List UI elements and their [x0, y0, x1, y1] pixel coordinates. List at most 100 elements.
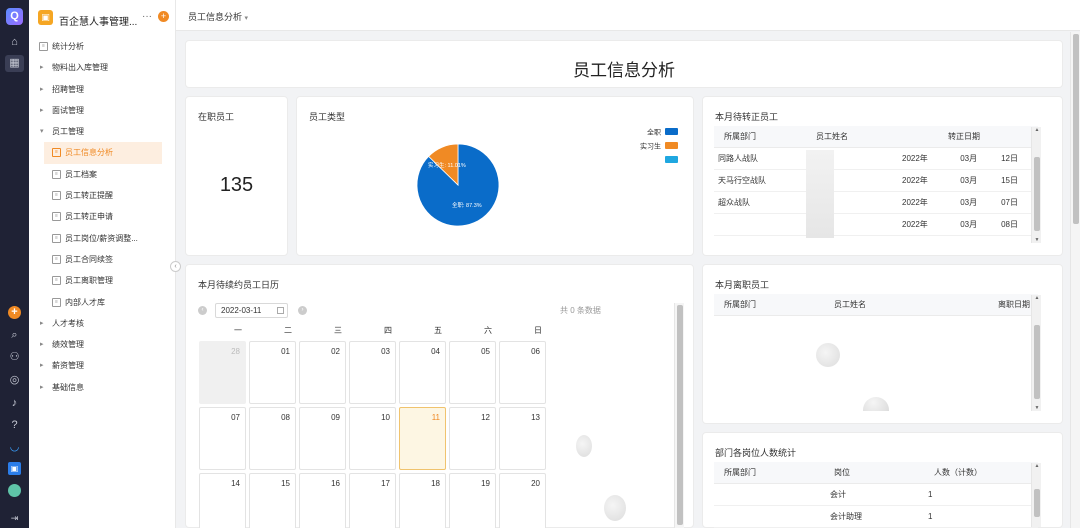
column-header: 所属部门: [714, 126, 806, 148]
calendar-day[interactable]: 10: [349, 407, 396, 470]
sidebar-item-performance[interactable]: ▸ 绩效管理: [29, 334, 176, 355]
add-icon[interactable]: +: [158, 11, 169, 22]
chevron-right-icon: ▸: [40, 106, 44, 114]
calendar-day[interactable]: 08: [249, 407, 296, 470]
app-icon[interactable]: ▣: [8, 462, 21, 475]
calendar-day[interactable]: 17: [349, 473, 396, 528]
scroll-thumb[interactable]: [1034, 489, 1040, 517]
resigned-employees-card: 本月离职员工 所属部门 员工姓名 离职日期 ▲ ▼: [702, 264, 1063, 424]
scroll-thumb[interactable]: [1034, 157, 1040, 231]
sidebar-item-position-salary[interactable]: ≡ 员工岗位/薪资调整...: [29, 228, 176, 249]
grid-icon[interactable]: ▦: [5, 55, 24, 72]
date-picker[interactable]: 2022-03-11: [215, 303, 288, 318]
app-logo[interactable]: Q: [6, 8, 23, 25]
calendar-day[interactable]: 16: [299, 473, 346, 528]
users-icon[interactable]: ⚇: [7, 350, 22, 365]
resigned-scrollbar[interactable]: ▲ ▼: [1031, 295, 1041, 411]
resigned-table: 所属部门 员工姓名 离职日期: [714, 294, 1038, 316]
legend-swatch[interactable]: [665, 128, 678, 135]
sidebar-item-basic-info[interactable]: ▸ 基础信息: [29, 377, 176, 398]
scroll-down-icon[interactable]: ▼: [1032, 405, 1042, 411]
page-breadcrumb[interactable]: 员工信息分析 ▾: [188, 10, 248, 23]
sidebar-item-materials[interactable]: ▸ 物料出入库管理: [29, 57, 176, 78]
sidebar-item-salary[interactable]: ▸ 薪资管理: [29, 355, 176, 376]
sidebar-item-contract-renewal[interactable]: ≡ 员工合同续签: [29, 249, 176, 270]
chevron-down-icon: ▾: [40, 128, 44, 136]
sidebar-item-employee-records[interactable]: ≡ 员工档案: [29, 164, 176, 185]
legend-swatch[interactable]: [665, 142, 678, 149]
more-icon[interactable]: ···: [142, 11, 152, 22]
calendar-day[interactable]: 14: [199, 473, 246, 528]
plus-icon[interactable]: +: [8, 306, 21, 319]
scroll-thumb[interactable]: [1073, 34, 1079, 224]
sidebar-item-employee-analysis[interactable]: ≡ 员工信息分析: [44, 142, 162, 164]
column-header: 岗位: [818, 462, 924, 484]
list-scrollbar[interactable]: [674, 303, 684, 528]
scroll-up-icon[interactable]: ▲: [1032, 463, 1042, 469]
sidebar-item-assessment[interactable]: ▸ 人才考核: [29, 313, 176, 334]
calendar-day[interactable]: 13: [499, 407, 546, 470]
table-row[interactable]: 会计 1: [714, 483, 1038, 506]
scroll-up-icon[interactable]: ▲: [1032, 127, 1042, 133]
calendar-day[interactable]: 28: [199, 341, 246, 404]
table-row[interactable]: 会计助理 1: [714, 505, 1038, 528]
sidebar-item-recruitment[interactable]: ▸ 招聘管理: [29, 79, 176, 100]
title-card: 员工信息分析: [185, 40, 1063, 88]
calendar-day[interactable]: 12: [449, 407, 496, 470]
page-scrollbar[interactable]: [1070, 32, 1080, 528]
calendar-day[interactable]: 05: [449, 341, 496, 404]
legend-label[interactable]: 实习生: [640, 142, 661, 151]
calendar-day[interactable]: 01: [249, 341, 296, 404]
calendar-day[interactable]: 15: [249, 473, 296, 528]
legend-swatch[interactable]: [665, 156, 678, 163]
scroll-thumb[interactable]: [677, 305, 683, 525]
bell-icon[interactable]: ♪: [7, 396, 22, 411]
sidebar-item-interview[interactable]: ▸ 面试管理: [29, 100, 176, 121]
link-icon[interactable]: ◡: [7, 440, 22, 455]
table-row[interactable]: 2022年 03月 08日: [714, 213, 1038, 236]
calendar-day[interactable]: 04: [399, 341, 446, 404]
sidebar-item-probation-application[interactable]: ≡ 员工转正申请: [29, 206, 176, 227]
year-cell: 2022年: [898, 147, 957, 170]
sidebar-item-statistics[interactable]: ≡ 统计分析: [29, 36, 176, 57]
calendar-day[interactable]: 03: [349, 341, 396, 404]
sidebar-item-resignation[interactable]: ≡ 员工离职管理: [29, 270, 176, 291]
calendar-day[interactable]: 06: [499, 341, 546, 404]
target-icon[interactable]: ◎: [7, 373, 22, 388]
app-title[interactable]: 百企慧人事管理...: [59, 13, 139, 28]
calendar-day[interactable]: 19: [449, 473, 496, 528]
home-icon[interactable]: ⌂: [7, 35, 22, 50]
icon-rail: Q ⌂ ▦ + ⌕ ⚇ ◎ ♪ ? ◡ ▣ ⇥: [0, 0, 29, 528]
calendar-day[interactable]: 02: [299, 341, 346, 404]
prev-month-icon[interactable]: ‹: [198, 306, 207, 315]
search-icon[interactable]: ⌕: [7, 328, 22, 343]
next-month-icon[interactable]: ›: [298, 306, 307, 315]
sidebar-item-employees[interactable]: ▾ 员工管理: [29, 121, 176, 142]
scroll-up-icon[interactable]: ▲: [1032, 295, 1042, 301]
probation-scrollbar[interactable]: ▲ ▼: [1031, 127, 1041, 243]
sidebar-item-probation-reminder[interactable]: ≡ 员工转正提醒: [29, 185, 176, 206]
legend-label[interactable]: 全职: [647, 128, 661, 137]
calendar-day[interactable]: 20: [499, 473, 546, 528]
table-row[interactable]: 天马行空战队 2022年 03月 15日: [714, 169, 1038, 192]
help-icon[interactable]: ?: [7, 418, 22, 433]
doc-icon: ≡: [52, 254, 61, 264]
table-row[interactable]: 同路人战队 谭成铭 2022年 03月 12日: [714, 147, 1038, 170]
month-cell: 03月: [956, 191, 998, 214]
calendar-day-today[interactable]: 11: [399, 407, 446, 470]
chevron-right-icon: ▸: [40, 319, 44, 327]
table-row[interactable]: 超众战队 2022年 03月 07日: [714, 191, 1038, 214]
avatar[interactable]: [8, 484, 21, 497]
positions-scrollbar[interactable]: ▲: [1031, 463, 1041, 527]
calendar-day[interactable]: 09: [299, 407, 346, 470]
expand-icon[interactable]: ⇥: [7, 511, 22, 526]
year-cell: 2022年: [898, 169, 957, 192]
record-count: 共 0 条数据: [560, 306, 601, 315]
sidebar-item-talent-pool[interactable]: ≡ 内部人才库: [29, 292, 176, 313]
dept-cell: 同路人战队: [714, 147, 806, 170]
calendar-day[interactable]: 18: [399, 473, 446, 528]
calendar-day[interactable]: 07: [199, 407, 246, 470]
scroll-down-icon[interactable]: ▼: [1032, 237, 1042, 243]
scroll-thumb[interactable]: [1034, 325, 1040, 399]
collapse-sidebar-icon[interactable]: ‹: [170, 261, 181, 272]
